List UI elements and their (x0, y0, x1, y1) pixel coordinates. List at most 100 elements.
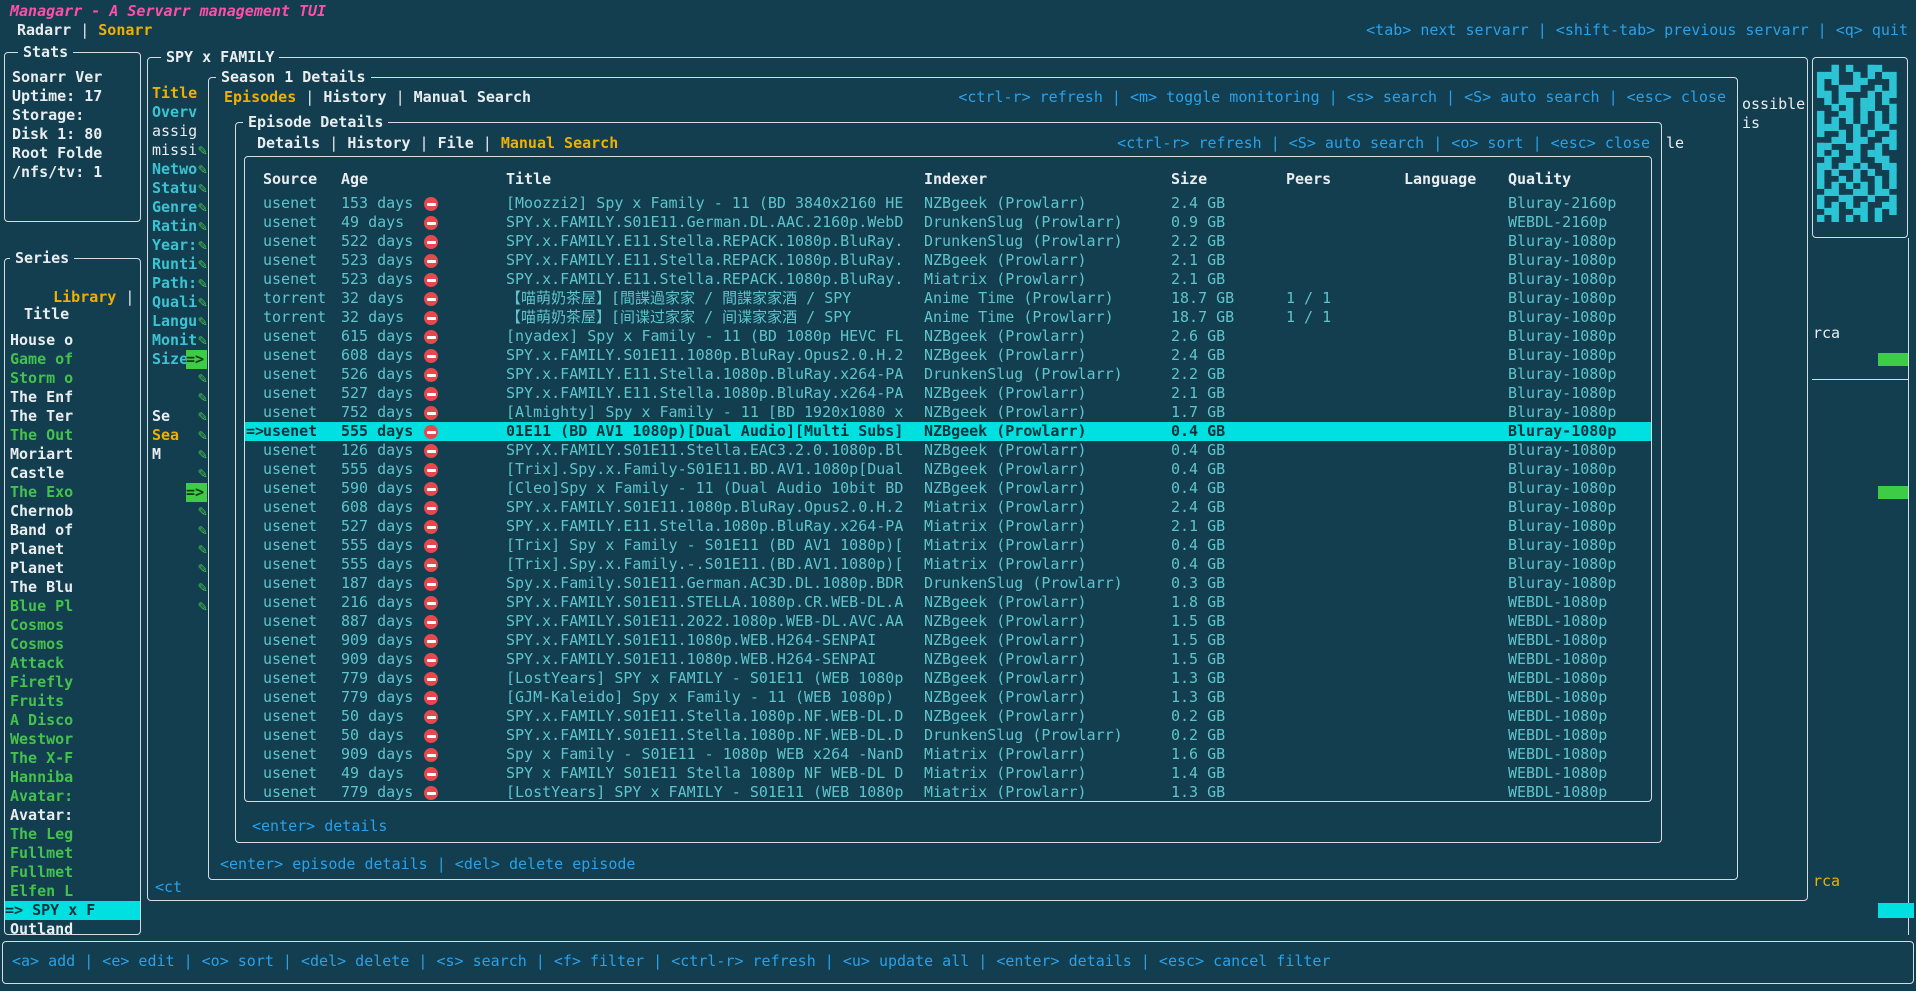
cell-age: 50 days (341, 707, 404, 726)
series-item[interactable]: Avatar: (10, 806, 73, 825)
cell-size: 1.3 GB (1171, 688, 1225, 707)
cell-age: 555 days (341, 460, 413, 479)
col-header-indexer: Indexer (924, 170, 987, 189)
season-help-text: <ctrl-r> refresh | <m> toggle monitoring… (958, 88, 1726, 107)
col-header-size: Size (1171, 170, 1207, 189)
result-row[interactable]: usenet216 daysSPY.x.FAMILY.S01E11.STELLA… (0, 593, 1916, 612)
result-row[interactable]: usenet887 daysSPY.x.FAMILY.S01E11.2022.1… (0, 612, 1916, 631)
cell-indexer: Miatrix (Prowlarr) (924, 745, 1087, 764)
result-row[interactable]: usenet555 days[Trix].Spy.x.Family.-.S01E… (0, 555, 1916, 574)
cell-age: 615 days (341, 327, 413, 346)
col-header-age: Age (341, 170, 368, 189)
result-row[interactable]: usenet49 daysSPY x FAMILY S01E11 Stella … (0, 764, 1916, 783)
servarr-tab-radarr[interactable]: Radarr (17, 21, 71, 39)
cell-indexer: NZBgeek (Prowlarr) (924, 441, 1087, 460)
episode-tab-details[interactable]: Details (257, 134, 320, 152)
series-field-label: Netwo (152, 160, 197, 179)
result-row[interactable]: usenet126 daysSPY.X.FAMILY.S01E11.Stella… (0, 441, 1916, 460)
result-row[interactable]: usenet187 daysSpy.x.Family.S01E11.German… (0, 574, 1916, 593)
season-tab-history[interactable]: History (323, 88, 386, 106)
result-row[interactable]: usenet779 days[GJM-Kaleido] Spy x Family… (0, 688, 1916, 707)
rejected-icon (424, 368, 438, 382)
cell-age: 526 days (341, 365, 413, 384)
cell-quality: Bluray-1080p (1508, 232, 1616, 251)
result-row[interactable]: usenet522 daysSPY.x.FAMILY.E11.Stella.RE… (0, 232, 1916, 251)
cell-source: usenet (263, 764, 317, 783)
result-row[interactable]: usenet49 daysSPY.x.FAMILY.S01E11.German.… (0, 213, 1916, 232)
result-row[interactable]: usenet909 daysSPY.x.FAMILY.S01E11.1080p.… (0, 650, 1916, 669)
cell-source: usenet (263, 783, 317, 802)
cell-age: 608 days (341, 346, 413, 365)
result-row[interactable]: usenet752 days[Almighty] Spy x Family - … (0, 403, 1916, 422)
cell-title: [nyadex] Spy x Family - 11 (BD 1080p HEV… (506, 327, 903, 346)
episode-tab-manual-search[interactable]: Manual Search (501, 134, 618, 152)
result-row[interactable]: =>usenet555 days01E11 (BD AV1 1080p)[Dua… (0, 422, 1916, 441)
cell-indexer: Miatrix (Prowlarr) (924, 270, 1087, 289)
result-row[interactable]: usenet779 days[LostYears] SPY x FAMILY -… (0, 669, 1916, 688)
result-row[interactable]: usenet527 daysSPY.x.FAMILY.E11.Stella.10… (0, 517, 1916, 536)
result-row[interactable]: torrent32 days【喵萌奶茶屋】[间谍过家家 / 间谍家家酒 / SP… (0, 308, 1916, 327)
cell-size: 1.3 GB (1171, 669, 1225, 688)
result-row[interactable]: usenet590 days[Cleo]Spy x Family - 11 (D… (0, 479, 1916, 498)
result-row[interactable]: usenet555 days[Trix] Spy x Family - S01E… (0, 536, 1916, 555)
result-row[interactable]: usenet527 daysSPY.x.FAMILY.E11.Stella.10… (0, 384, 1916, 403)
cell-size: 2.4 GB (1171, 498, 1225, 517)
result-row[interactable]: usenet526 daysSPY.x.FAMILY.E11.Stella.10… (0, 365, 1916, 384)
cell-source: torrent (263, 289, 326, 308)
cell-title: SPY.x.FAMILY.E11.Stella.1080p.BluRay.x26… (506, 365, 903, 384)
cell-source: usenet (263, 479, 317, 498)
series-item[interactable]: Fullmet (10, 844, 73, 863)
cell-title: SPY x FAMILY S01E11 Stella 1080p NF WEB-… (506, 764, 903, 783)
result-row[interactable]: usenet50 daysSPY.x.FAMILY.S01E11.Stella.… (0, 707, 1916, 726)
series-field-label: Title (152, 84, 197, 103)
rejected-icon (424, 558, 438, 572)
series-item[interactable]: Fullmet (10, 863, 73, 882)
result-row[interactable]: usenet909 daysSpy x Family - S01E11 - 10… (0, 745, 1916, 764)
cell-indexer: Anime Time (Prowlarr) (924, 308, 1114, 327)
cell-age: 752 days (341, 403, 413, 422)
tab-separator: | (296, 88, 323, 106)
cell-quality: WEBDL-1080p (1508, 764, 1607, 783)
cell-indexer: DrunkenSlug (Prowlarr) (924, 726, 1123, 745)
cell-indexer: NZBgeek (Prowlarr) (924, 631, 1087, 650)
cell-quality: WEBDL-1080p (1508, 688, 1607, 707)
series-item[interactable]: Elfen L (10, 882, 73, 901)
cell-source: usenet (263, 384, 317, 403)
result-row[interactable]: torrent32 days【喵萌奶茶屋】[間諜過家家 / 間諜家家酒 / SP… (0, 289, 1916, 308)
series-item[interactable]: The Leg (10, 825, 73, 844)
result-row[interactable]: usenet523 daysSPY.x.FAMILY.E11.Stella.RE… (0, 251, 1916, 270)
cell-size: 2.6 GB (1171, 327, 1225, 346)
cell-size: 0.4 GB (1171, 422, 1225, 441)
cell-indexer: Miatrix (Prowlarr) (924, 536, 1087, 555)
cell-quality: Bluray-1080p (1508, 441, 1616, 460)
servarr-tab-sonarr[interactable]: Sonarr (98, 21, 152, 39)
cell-size: 0.2 GB (1171, 707, 1225, 726)
cell-title: SPY.x.FAMILY.E11.Stella.REPACK.1080p.Blu… (506, 270, 903, 289)
season-tab-episodes[interactable]: Episodes (224, 88, 296, 106)
cell-indexer: NZBgeek (Prowlarr) (924, 650, 1087, 669)
result-row[interactable]: usenet523 daysSPY.x.FAMILY.E11.Stella.RE… (0, 270, 1916, 289)
cell-size: 2.4 GB (1171, 346, 1225, 365)
cell-size: 18.7 GB (1171, 308, 1234, 327)
result-row[interactable]: usenet153 days[Moozzi2] Spy x Family - 1… (0, 194, 1916, 213)
result-row[interactable]: usenet608 daysSPY.x.FAMILY.S01E11.1080p.… (0, 346, 1916, 365)
episode-tab-file[interactable]: File (438, 134, 474, 152)
season-tab-manual-search[interactable]: Manual Search (414, 88, 531, 106)
cell-quality: Bluray-1080p (1508, 574, 1616, 593)
result-row[interactable]: usenet555 days[Trix].Spy.x.Family-S01E11… (0, 460, 1916, 479)
cell-source: usenet (263, 232, 317, 251)
cell-age: 779 days (341, 688, 413, 707)
episode-tab-history[interactable]: History (347, 134, 410, 152)
result-row[interactable]: usenet779 days[LostYears] SPY x FAMILY -… (0, 783, 1916, 802)
cell-size: 0.4 GB (1171, 536, 1225, 555)
result-row[interactable]: usenet909 daysSPY.x.FAMILY.S01E11.1080p.… (0, 631, 1916, 650)
cell-title: [LostYears] SPY x FAMILY - S01E11 (WEB 1… (506, 783, 903, 802)
result-row[interactable]: usenet50 daysSPY.x.FAMILY.S01E11.Stella.… (0, 726, 1916, 745)
result-row[interactable]: usenet608 daysSPY.x.FAMILY.S01E11.1080p.… (0, 498, 1916, 517)
series-item-selected[interactable]: => SPY x F (5, 901, 140, 920)
cell-quality: Bluray-2160p (1508, 194, 1616, 213)
col-header-source: Source (263, 170, 317, 189)
series-item[interactable]: Outland (10, 920, 73, 939)
result-row[interactable]: usenet615 days[nyadex] Spy x Family - 11… (0, 327, 1916, 346)
cell-age: 909 days (341, 650, 413, 669)
